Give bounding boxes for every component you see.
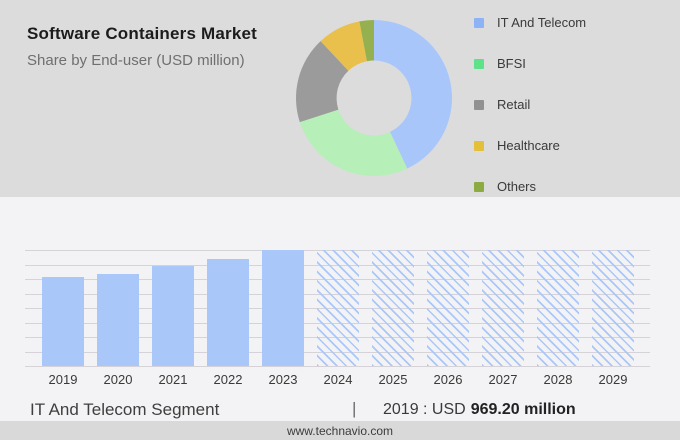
x-axis-label: 2023 — [262, 372, 304, 387]
x-axis-label: 2021 — [152, 372, 194, 387]
bar-2024-forecast — [317, 250, 359, 366]
bar-chart-panel: 2019 2020 2021 2022 2023 2024 2025 2026 2027 2028… — [0, 197, 680, 421]
bar-2020 — [97, 274, 139, 366]
bar-2029-forecast — [592, 250, 634, 366]
x-axis-label: 2029 — [592, 372, 634, 387]
retail-swatch — [474, 100, 484, 110]
legend-item-healthcare: Healthcare — [474, 135, 586, 156]
bar-2023 — [262, 250, 304, 366]
x-axis-label: 2022 — [207, 372, 249, 387]
legend-label: IT And Telecom — [497, 15, 586, 30]
legend-label: Others — [497, 179, 536, 194]
legend-item-it-and-telecom: IT And Telecom — [474, 12, 586, 33]
x-axis-label: 2028 — [537, 372, 579, 387]
legend-item-others: Others — [474, 176, 586, 197]
summary-row: IT And Telecom Segment | 2019 : USD 969.2… — [30, 400, 680, 420]
branding-bar: www.technavio.com — [0, 421, 680, 440]
bfsi-swatch — [474, 59, 484, 69]
bar-2021 — [152, 266, 194, 366]
donut-chart — [274, 0, 474, 198]
legend-label: BFSI — [497, 56, 526, 71]
others-swatch — [474, 182, 484, 192]
bar-2027-forecast — [482, 250, 524, 366]
bar-chart: 2019202020212022202320242025202620272028… — [25, 250, 650, 367]
bar-2025-forecast — [372, 250, 414, 366]
infographic-root: Software Containers Market Share by End-… — [0, 0, 680, 440]
bar-2026-forecast — [427, 250, 469, 366]
gridline — [25, 366, 650, 367]
separator: | — [352, 399, 356, 419]
bar-2028-forecast — [537, 250, 579, 366]
title-block: Software Containers Market Share by End-… — [27, 24, 257, 70]
segment-value: 2019 : USD 969.20 million — [383, 401, 576, 419]
segment-label: IT And Telecom Segment — [30, 400, 219, 420]
legend-label: Healthcare — [497, 138, 560, 153]
report-title: Software Containers Market — [27, 24, 257, 44]
x-axis-label: 2024 — [317, 372, 359, 387]
x-axis-label: 2027 — [482, 372, 524, 387]
value-prefix: 2019 : USD — [383, 401, 466, 418]
legend-item-retail: Retail — [474, 94, 586, 115]
legend-item-bfsi: BFSI — [474, 53, 586, 74]
bar-2019 — [42, 277, 84, 366]
chart-legend: IT And Telecom BFSI Retail Healthcare Others — [474, 12, 586, 217]
it-and-telecom-swatch — [474, 18, 484, 28]
report-subtitle: Share by End-user (USD million) — [27, 52, 257, 70]
healthcare-swatch — [474, 141, 484, 151]
x-axis-label: 2026 — [427, 372, 469, 387]
value-amount: 969.20 million — [471, 401, 576, 418]
x-axis-label: 2019 — [42, 372, 84, 387]
summary-panel: Software Containers Market Share by End-… — [0, 0, 680, 197]
x-axis-label: 2025 — [372, 372, 414, 387]
bar-2022 — [207, 259, 249, 366]
legend-label: Retail — [497, 97, 530, 112]
donut-slice-bfsi — [300, 110, 407, 176]
x-axis-label: 2020 — [97, 372, 139, 387]
website-url: www.technavio.com — [287, 424, 393, 438]
